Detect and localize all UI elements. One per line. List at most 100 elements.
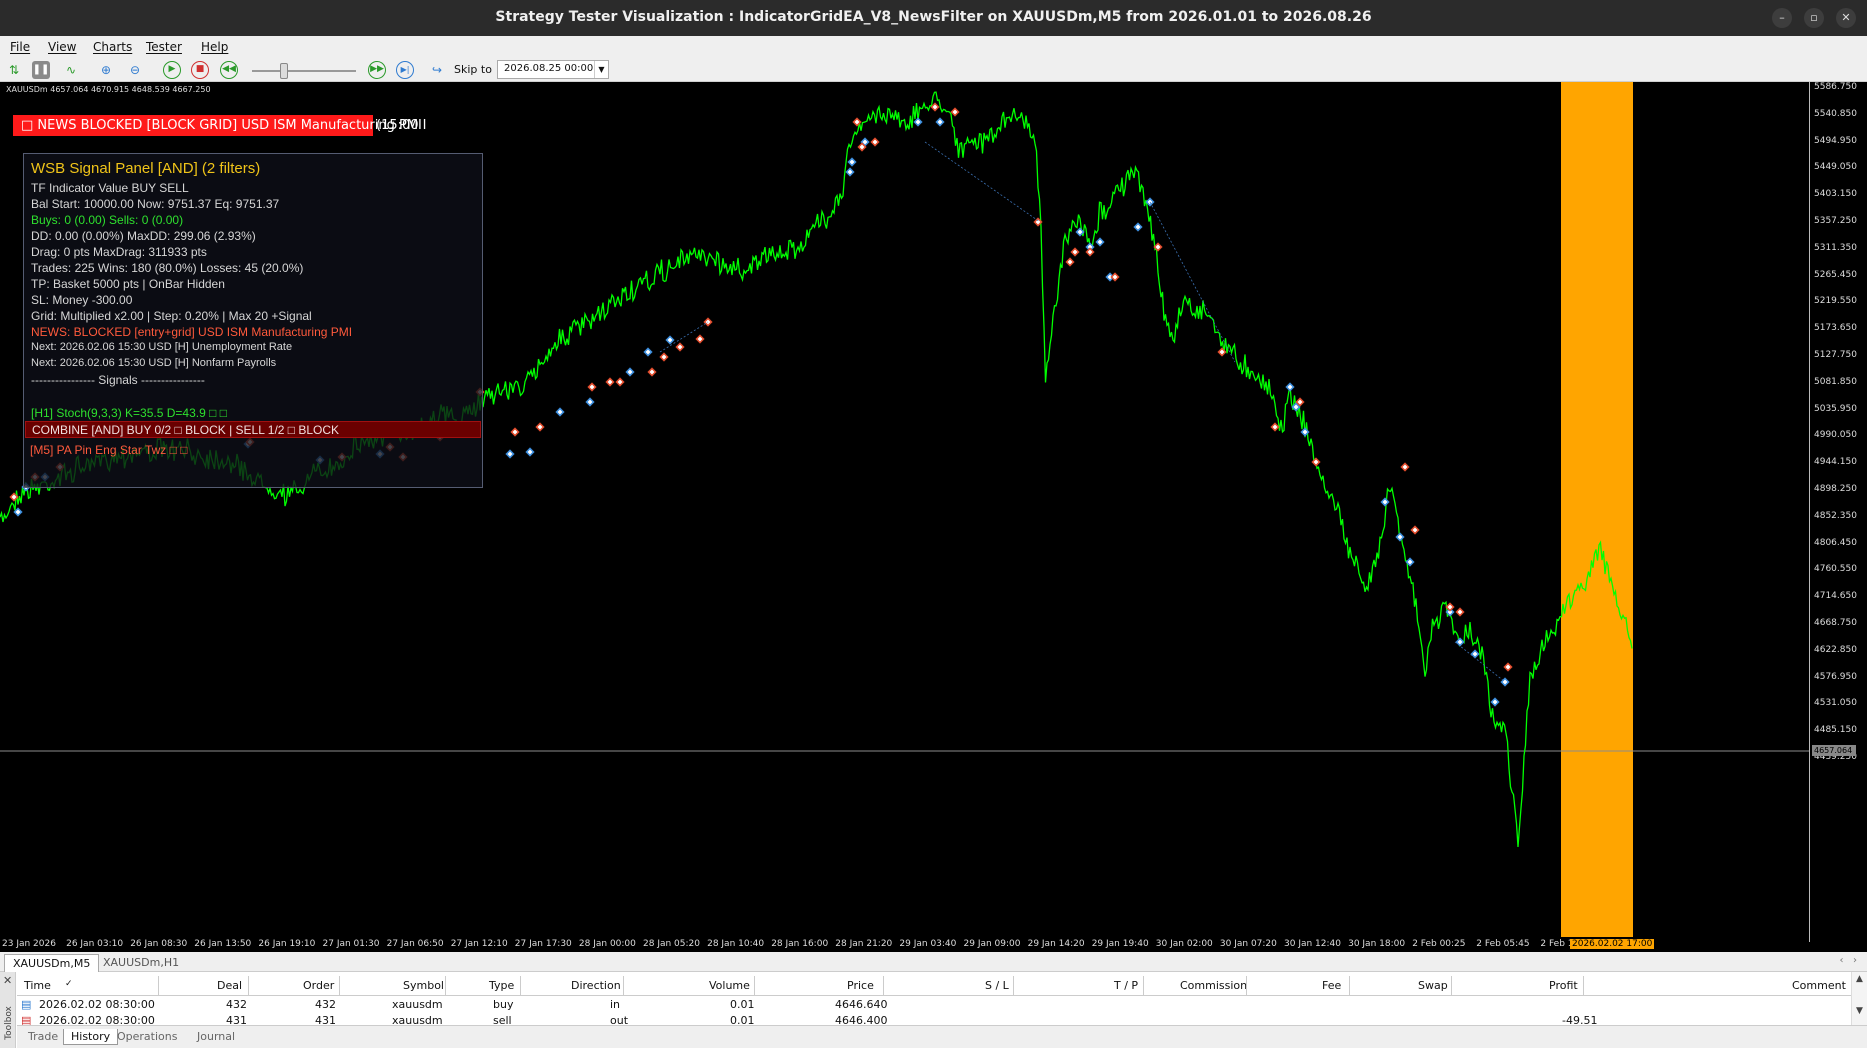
sell-marker	[587, 382, 597, 392]
menu-help[interactable]: Help	[201, 40, 228, 54]
skip-to-icon[interactable]: ↪	[428, 61, 446, 79]
row-price: 4646.640	[835, 998, 888, 1011]
price-tick-label: 5173.650	[1814, 323, 1857, 334]
price-tick-label: 4898.250	[1814, 484, 1857, 494]
col-comment[interactable]: Comment	[1792, 979, 1846, 992]
row-order: 432	[315, 998, 336, 1011]
price-tick-label: 4714.650	[1814, 591, 1857, 602]
buy-marker	[847, 157, 857, 167]
tab-journal[interactable]: Journal	[190, 1029, 242, 1044]
buy-marker	[505, 449, 515, 459]
pause-button[interactable]: ❚❚	[32, 61, 50, 79]
col-volume[interactable]: Volume	[709, 979, 750, 992]
time-highlight-label: 2026.02.02 17:00	[1570, 939, 1655, 949]
restore-button[interactable]: ▫	[1804, 8, 1824, 28]
line-chart-icon[interactable]: ∿	[62, 61, 80, 79]
time-scale[interactable]: 23 Jan 2026 26 Jan 03:10 26 Jan 08:30 26 Ja…	[0, 937, 1809, 952]
chevron-down-icon[interactable]: ▼	[594, 61, 608, 78]
price-tick-label: 4485.150	[1814, 725, 1857, 736]
window-title: Strategy Tester Visualization : Indicato…	[495, 9, 1372, 25]
price-tick-label: 5081.850	[1814, 376, 1857, 387]
minimize-button[interactable]: –	[1772, 8, 1792, 28]
panel-title: WSB Signal Panel [AND] (2 filters)	[31, 160, 261, 177]
col-fee[interactable]: Fee	[1322, 979, 1341, 992]
buy-marker	[1285, 382, 1295, 392]
signal-panel: WSB Signal Panel [AND] (2 filters) TF In…	[23, 153, 483, 488]
tab-trade[interactable]: Trade	[21, 1029, 65, 1044]
close-icon[interactable]: ✕	[3, 974, 12, 987]
zoom-out-icon[interactable]: ⊖	[126, 61, 144, 79]
row-time: 2026.02.02 08:30:00	[39, 1014, 155, 1025]
col-deal[interactable]: Deal	[217, 979, 242, 992]
col-time[interactable]: Time	[24, 979, 51, 992]
tab-operations[interactable]: Operations	[110, 1029, 184, 1044]
buy-marker	[845, 167, 855, 177]
sell-marker	[659, 352, 669, 362]
price-scale[interactable]: 5586.750 5540.850 5494.950 5449.050 5403.150…	[1809, 82, 1867, 942]
panel-next-event-1: Next: 2026.02.06 15:30 USD [H] Unemploym…	[31, 341, 293, 353]
menu-bar: File View Charts Tester Help	[0, 36, 1867, 58]
menu-charts[interactable]: Charts	[93, 40, 132, 54]
col-order[interactable]: Order	[303, 979, 334, 992]
time-tick-label: 27 Jan 01:30	[322, 939, 380, 949]
panel-drawdown: DD: 0.00 (0.00%) MaxDD: 299.06 (2.93%)	[31, 229, 256, 243]
sell-marker	[1455, 607, 1465, 617]
col-commission[interactable]: Commission	[1180, 979, 1247, 992]
speed-slider-thumb[interactable]	[280, 63, 288, 79]
time-tick-label: 2 Feb 05:45	[1476, 939, 1530, 949]
chevron-down-icon[interactable]: ▼	[1852, 1006, 1867, 1016]
speed-slider-track[interactable]	[252, 70, 356, 72]
menu-view[interactable]: View	[48, 40, 76, 54]
time-tick-label: 28 Jan 05:20	[643, 939, 700, 949]
stop-button[interactable]: ■	[191, 61, 209, 79]
menu-file[interactable]: File	[10, 40, 30, 54]
col-profit[interactable]: Profit	[1549, 979, 1578, 992]
col-tp[interactable]: T / P	[1114, 979, 1138, 992]
toolbox: ✕ Toolbox Time ✓ Deal Order Symbol Type …	[0, 972, 1867, 1048]
skip-to-date-input[interactable]: 2026.08.25 00:00 ▼	[497, 60, 609, 79]
buy-marker	[1095, 237, 1105, 247]
price-tick-label: 5540.850	[1814, 108, 1857, 119]
time-tick-label: 30 Jan 18:00	[1348, 939, 1406, 949]
panel-drag: Drag: 0 pts MaxDrag: 311933 pts	[31, 245, 207, 259]
price-chart[interactable]: XAUUSDm 4657.064 4670.915 4648.539 4667.…	[0, 82, 1867, 952]
sell-marker	[605, 377, 615, 387]
table-scrollbar[interactable]: ▲ ▼	[1851, 972, 1867, 1025]
col-price[interactable]: Price	[847, 979, 874, 992]
fast-forward-button[interactable]: ▶▶	[368, 61, 386, 79]
tab-xauusdm-m5[interactable]: XAUUSDm,M5	[4, 954, 100, 972]
buy-marker	[1470, 649, 1480, 659]
chevron-up-icon[interactable]: ▲	[1852, 974, 1867, 984]
tab-xauusdm-h1[interactable]: XAUUSDm,H1	[95, 954, 187, 972]
play-button[interactable]: ▶	[163, 61, 181, 79]
price-tick-label: 4806.450	[1814, 537, 1857, 548]
row-volume: 0.01	[730, 998, 755, 1011]
table-row[interactable]: ▤ 2026.02.02 08:30:00 432 432 xauusdm bu…	[17, 996, 1851, 1013]
sell-marker	[870, 137, 880, 147]
buy-marker	[625, 367, 635, 377]
price-tick-label: 4990.050	[1814, 430, 1857, 441]
col-sl[interactable]: S / L	[985, 979, 1009, 992]
price-tick-label: 5311.350	[1814, 242, 1857, 253]
tab-scroll-arrows[interactable]: ‹ ›	[1839, 955, 1857, 966]
sell-marker	[1085, 247, 1095, 257]
menu-tester[interactable]: Tester	[146, 40, 182, 54]
time-tick-label: 2 Feb 00:25	[1412, 939, 1466, 949]
skip-end-button[interactable]: ▶|	[396, 61, 414, 79]
time-tick-label: 29 Jan 14:20	[1027, 939, 1085, 949]
sell-marker	[615, 377, 625, 387]
time-tick-label: 2 Feb 1	[1540, 939, 1574, 949]
step-back-button[interactable]: ◀◀	[220, 61, 238, 79]
panel-sl: SL: Money -300.00	[31, 293, 133, 307]
col-direction[interactable]: Direction	[571, 979, 621, 992]
close-button[interactable]: ✕	[1836, 8, 1856, 28]
col-swap[interactable]: Swap	[1418, 979, 1448, 992]
chart-type-icon[interactable]: ⇅	[5, 61, 23, 79]
sell-marker	[535, 422, 545, 432]
price-tick-label: 4668.750	[1814, 618, 1857, 628]
zoom-in-icon[interactable]: ⊕	[97, 61, 115, 79]
col-type[interactable]: Type	[489, 979, 514, 992]
table-row[interactable]: ▤ 2026.02.02 08:30:00 431 431 xauusdm se…	[17, 1012, 1851, 1025]
price-tick-label: 4531.050	[1814, 698, 1857, 709]
col-symbol[interactable]: Symbol	[403, 979, 444, 992]
